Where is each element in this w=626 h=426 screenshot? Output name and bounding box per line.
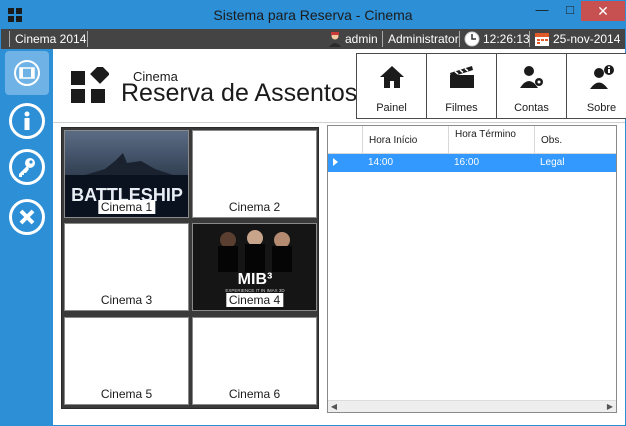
poster-title: MIB³ bbox=[238, 271, 273, 288]
status-user: admin bbox=[345, 32, 378, 46]
cinema-name: Cinema 5 bbox=[100, 387, 153, 401]
minimize-button[interactable]: — bbox=[529, 3, 555, 18]
status-separator bbox=[382, 31, 383, 47]
cinema-tile-4[interactable]: MIB³ EXPERIENCE IT IN IMAX 3D Cinema 4 bbox=[192, 223, 317, 311]
cinema-name: Cinema 2 bbox=[228, 200, 281, 214]
close-button[interactable]: ✕ bbox=[581, 1, 625, 21]
close-circle-icon bbox=[19, 209, 35, 225]
status-role: Administrator bbox=[388, 32, 459, 46]
painel-button[interactable]: Painel bbox=[356, 53, 427, 119]
app-window: Sistema para Reserva - Cinema — □ ✕ Cine… bbox=[0, 0, 626, 426]
logo bbox=[71, 67, 109, 103]
status-date: 25-nov-2014 bbox=[553, 32, 621, 46]
contas-button[interactable]: Contas bbox=[496, 53, 567, 119]
clapperboard-icon bbox=[449, 66, 474, 88]
status-time: 12:26:13 bbox=[483, 32, 530, 46]
calendar-icon bbox=[535, 33, 549, 46]
row-selector-icon bbox=[333, 158, 338, 166]
title-bar: Sistema para Reserva - Cinema — □ ✕ bbox=[1, 1, 625, 29]
grid-header: Hora Início Hora Término Obs. bbox=[328, 126, 616, 154]
cinema-name: Cinema 6 bbox=[228, 387, 281, 401]
sidebar-item-exit[interactable] bbox=[9, 199, 45, 235]
painel-label: Painel bbox=[376, 102, 407, 114]
cinema-grid: BATTLESHIP Cinema 1 Cinema 2 Cinema 3 MI… bbox=[61, 127, 319, 409]
film-icon bbox=[14, 60, 40, 86]
sidebar-item-password[interactable] bbox=[9, 149, 45, 185]
status-separator bbox=[459, 31, 460, 47]
cinema-name: Cinema 1 bbox=[97, 200, 156, 214]
status-separator bbox=[529, 31, 530, 47]
cinema-tile-6[interactable]: Cinema 6 bbox=[192, 317, 317, 405]
sidebar-item-movies[interactable] bbox=[5, 51, 49, 95]
user-info-icon bbox=[589, 65, 614, 89]
filmes-button[interactable]: Filmes bbox=[426, 53, 497, 119]
sobre-label: Sobre bbox=[586, 102, 617, 114]
filmes-label: Filmes bbox=[445, 102, 478, 114]
cinema-tile-2[interactable]: Cinema 2 bbox=[192, 130, 317, 218]
schedule-grid: Hora Início Hora Término Obs. 14:00 16:0… bbox=[327, 125, 617, 413]
user-icon bbox=[329, 32, 341, 47]
cinema-tile-5[interactable]: Cinema 5 bbox=[64, 317, 189, 405]
cinema-tile-1[interactable]: BATTLESHIP Cinema 1 bbox=[64, 130, 189, 218]
status-bar: Cinema 2014 admin Administrator 12:26:13… bbox=[1, 29, 625, 49]
sidebar-item-info[interactable] bbox=[9, 103, 45, 139]
page-title: Reserva de Assentos bbox=[121, 79, 358, 107]
cell-start: 14:00 bbox=[368, 157, 394, 168]
cell-end: 16:00 bbox=[454, 157, 480, 168]
clock-icon bbox=[464, 31, 480, 47]
status-separator bbox=[87, 31, 88, 47]
home-icon bbox=[379, 66, 404, 88]
contas-label: Contas bbox=[514, 102, 549, 114]
sidebar bbox=[1, 49, 53, 425]
cell-obs: Legal bbox=[540, 157, 565, 168]
column-header[interactable]: Hora Término bbox=[448, 126, 534, 154]
header: Cinema Reserva de Assentos Painel Filmes bbox=[53, 49, 626, 123]
status-app-name: Cinema 2014 bbox=[15, 32, 87, 46]
cinema-name: Cinema 4 bbox=[225, 293, 284, 307]
status-separator bbox=[9, 31, 10, 47]
toolbar: Painel Filmes Contas Sobre bbox=[356, 53, 626, 119]
info-icon bbox=[24, 111, 30, 130]
maximize-button[interactable]: □ bbox=[557, 3, 583, 18]
scroll-right-icon[interactable]: ▶ bbox=[604, 401, 616, 412]
sobre-button[interactable]: Sobre bbox=[566, 53, 626, 119]
scroll-left-icon[interactable]: ◀ bbox=[328, 401, 340, 412]
table-row[interactable]: 14:00 16:00 Legal bbox=[328, 154, 616, 172]
cinema-tile-3[interactable]: Cinema 3 bbox=[64, 223, 189, 311]
column-header[interactable]: Hora Início bbox=[362, 126, 448, 154]
key-icon bbox=[19, 158, 35, 177]
horizontal-scrollbar[interactable]: ◀ ▶ bbox=[328, 400, 616, 412]
cinema-name: Cinema 3 bbox=[100, 293, 153, 307]
user-settings-icon bbox=[519, 66, 543, 88]
column-header[interactable]: Obs. bbox=[534, 126, 616, 154]
